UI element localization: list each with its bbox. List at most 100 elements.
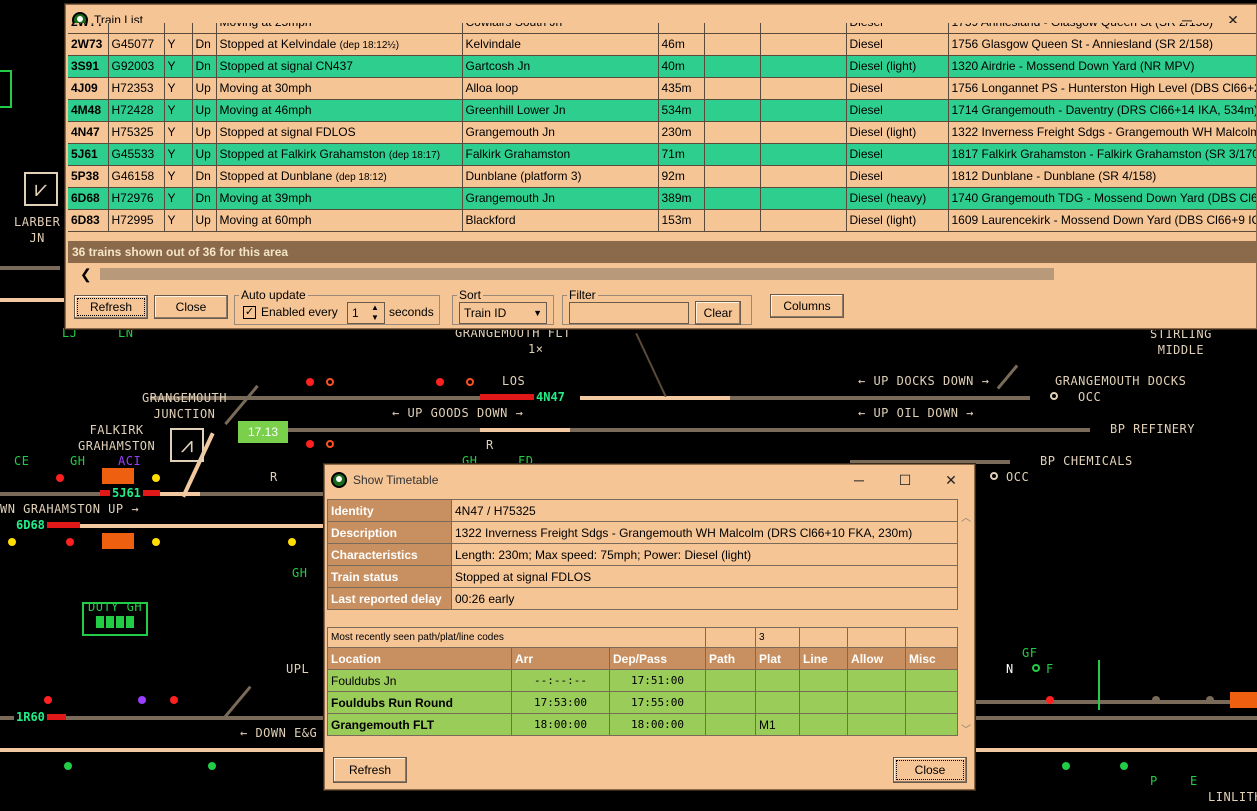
signal-red[interactable] — [44, 696, 52, 704]
signal-yellow[interactable] — [288, 538, 296, 546]
table-row[interactable]: 4M48 H72428 Y Up Moving at 46mph Greenhill Lo… — [68, 99, 1256, 122]
table-row[interactable]: 4N47 H75325 Y Up Stopped at signal FDLOS Gran… — [68, 121, 1256, 144]
signal-red[interactable] — [56, 474, 64, 482]
signal-red[interactable] — [436, 378, 444, 386]
label-occ: OCC — [1006, 470, 1030, 484]
path-code — [705, 713, 757, 736]
refresh-button[interactable]: Refresh — [333, 757, 407, 783]
col-plat: Plat — [755, 647, 801, 670]
signal-off[interactable] — [990, 472, 998, 480]
train-desc: 1740 Grangemouth TDG - Mossend Down Yard… — [948, 187, 1256, 210]
signal-off[interactable] — [1050, 392, 1058, 400]
berth-4n47[interactable]: 4N47 — [534, 390, 567, 404]
table-row[interactable]: 2W?? Moving at 25mph Cowlairs South Jn D… — [68, 23, 1256, 34]
scrollbar-thumb[interactable] — [100, 268, 1054, 280]
detail-label: Last reported delay — [327, 587, 452, 610]
signal-green[interactable] — [208, 762, 216, 770]
signal-off[interactable] — [326, 440, 334, 448]
label-larbert-jn: LARBER JN — [14, 215, 61, 245]
close-button[interactable]: Close — [154, 295, 228, 319]
train-id: 4N47 — [68, 121, 109, 144]
table-footer: 36 trains shown out of 36 for this area — [68, 241, 1256, 263]
signal-red[interactable] — [306, 440, 314, 448]
train-desc: 1609 Laurencekirk - Mossend Down Yard (D… — [948, 209, 1256, 232]
table-row[interactable]: 5P38 G46158 Y Dn Stopped at Dunblane (dep 18… — [68, 165, 1256, 188]
timetable-row[interactable]: Fouldubs Jn --:--:-- 17:51:00 — [327, 669, 959, 692]
signal-off[interactable] — [326, 378, 334, 386]
scroll-down-icon[interactable]: ﹀ — [961, 721, 971, 736]
label-gh: GH — [292, 566, 308, 580]
signal-off[interactable] — [1032, 664, 1040, 672]
signal-green[interactable] — [1120, 762, 1128, 770]
table-row[interactable]: 2W73 G45077 Y Dn Stopped at Kelvindale (dep … — [68, 33, 1256, 56]
interval-input[interactable]: 1 — [347, 302, 385, 324]
path-code — [705, 691, 757, 714]
auto-update-checkbox[interactable]: ✓ — [243, 306, 256, 319]
close-icon[interactable]: ✕ — [928, 465, 974, 495]
timetable-window[interactable]: Show Timetable ─ ☐ ✕ Identity 4N47 / H753… — [324, 464, 975, 790]
berth-6d68[interactable]: 6D68 — [14, 518, 47, 532]
signal-red[interactable] — [170, 696, 178, 704]
train-direction: Up — [192, 99, 217, 122]
table-row[interactable]: 3S91 G92003 Y Dn Stopped at signal CN437 Gart… — [68, 55, 1256, 78]
detail-label: Train status — [327, 565, 452, 588]
signal-yellow[interactable] — [152, 538, 160, 546]
signal-off[interactable] — [466, 378, 474, 386]
misc — [905, 691, 959, 714]
label-occ: OCC — [1078, 390, 1102, 404]
empty-cell — [704, 121, 761, 144]
duty-gh-box[interactable]: DUTY GH — [82, 600, 148, 636]
signal-green[interactable] — [64, 762, 72, 770]
table-row[interactable]: 5J61 G45533 Y Up Stopped at Falkirk Grahamst… — [68, 143, 1256, 166]
spinner-icon[interactable]: ▲ ▼ — [371, 303, 379, 323]
signal-red[interactable] — [306, 378, 314, 386]
scroll-left-icon[interactable]: ❮ — [80, 265, 92, 283]
label-e: E — [1190, 774, 1198, 788]
signal-yellow[interactable] — [152, 474, 160, 482]
train-details-table: Identity 4N47 / H75325 Description 1322 Inv… — [327, 499, 958, 610]
empty-cell — [704, 165, 761, 188]
timetable-row[interactable]: Grangemouth FLT 18:00:00 18:00:00 M1 — [327, 713, 959, 736]
berth-17-13[interactable]: 17.13 — [238, 421, 288, 443]
status-text: Stopped at signal CN437 — [219, 59, 353, 73]
signal-grey[interactable] — [1206, 696, 1214, 704]
refresh-button[interactable]: Refresh — [74, 295, 148, 319]
table-row[interactable]: 4J09 H72353 Y Up Moving at 30mph Alloa loop 43… — [68, 77, 1256, 100]
timetable-row[interactable]: Fouldubs Run Round 17:53:00 17:55:00 — [327, 691, 959, 714]
train-list-window[interactable]: Train List ─ ✕ 2W?? Moving at 25mph Cowl… — [65, 4, 1257, 329]
scroll-up-icon[interactable]: ︿ — [961, 509, 971, 524]
timetable-header: Location Arr Dep/Pass Path Plat Line All… — [327, 647, 959, 670]
signal-grey[interactable] — [1152, 696, 1160, 704]
columns-button[interactable]: Columns — [770, 294, 844, 318]
signal-green[interactable] — [1062, 762, 1070, 770]
filter-input[interactable] — [569, 302, 689, 324]
table-row[interactable]: 6D83 H72995 Y Up Moving at 60mph Blackford 153… — [68, 209, 1256, 232]
train-table-viewport[interactable]: 2W?? Moving at 25mph Cowlairs South Jn D… — [68, 23, 1256, 241]
signal-purple[interactable] — [138, 696, 146, 704]
train-direction: Dn — [192, 187, 217, 210]
label-down-eg: ← DOWN E&G — [240, 726, 318, 740]
minimize-icon[interactable]: ─ — [836, 465, 882, 495]
train-length: 435m — [658, 77, 705, 100]
signal-red[interactable] — [66, 538, 74, 546]
clear-button[interactable]: Clear — [695, 301, 741, 325]
track — [160, 492, 200, 496]
track — [580, 396, 730, 400]
berth-1r60[interactable]: 1R60 — [14, 710, 47, 724]
status-text: Moving at 46mph — [219, 103, 312, 117]
label-bp-refinery: BP REFINERY — [1110, 422, 1195, 436]
empty-cell — [760, 165, 847, 188]
signal-yellow[interactable] — [8, 538, 16, 546]
train-status: Moving at 30mph — [216, 77, 463, 100]
timetable-titlebar[interactable]: Show Timetable ─ ☐ ✕ — [325, 465, 974, 495]
sort-select[interactable]: Train ID ▼ — [459, 302, 547, 324]
horizontal-scrollbar[interactable]: ❮ — [68, 265, 1256, 283]
vertical-scrollbar[interactable]: ︿ ﹀ — [959, 499, 973, 739]
signal-red[interactable] — [1046, 696, 1054, 704]
berth-5j61[interactable]: 5J61 — [110, 486, 143, 500]
train-power: Diesel — [846, 23, 949, 34]
arrival-time: --:--:-- — [511, 669, 610, 692]
maximize-icon[interactable]: ☐ — [882, 465, 928, 495]
close-button[interactable]: Close — [893, 757, 967, 783]
table-row[interactable]: 6D68 H72976 Y Dn Moving at 39mph Grangemouth … — [68, 187, 1256, 210]
